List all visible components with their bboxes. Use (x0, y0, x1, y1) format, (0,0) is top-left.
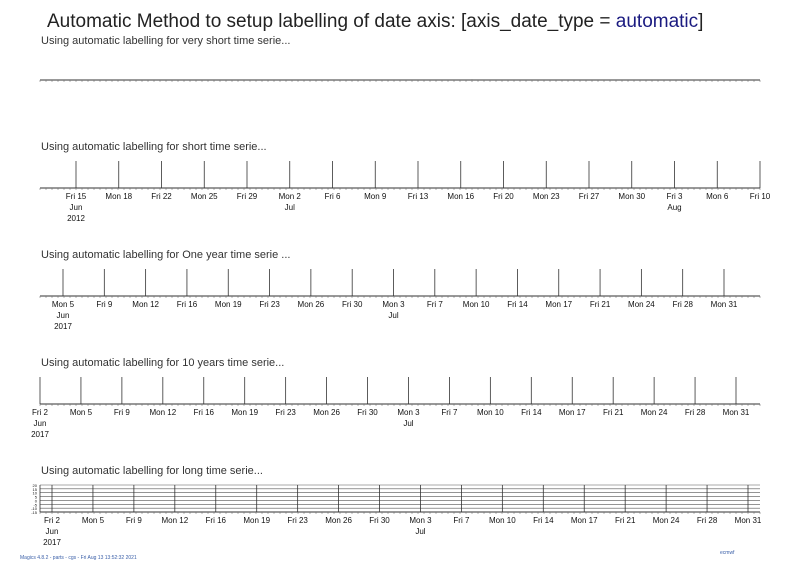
x-tick-label-3-4: Fri 16 (194, 408, 215, 417)
x-tick-label-1-13: Mon 30 (618, 192, 645, 201)
x-tick-label-4-9: Mon 3 (409, 516, 432, 525)
x-tick-label-2-9: Fri 7 (427, 300, 444, 309)
x-month-label-1-14: Aug (667, 203, 681, 212)
x-tick-label-1-2: Fri 22 (151, 192, 172, 201)
x-tick-label-3-10: Fri 7 (441, 408, 458, 417)
x-tick-label-2-5: Fri 23 (259, 300, 280, 309)
x-tick-label-1-8: Fri 13 (408, 192, 429, 201)
x-tick-label-4-15: Mon 24 (653, 516, 680, 525)
x-tick-label-1-14: Fri 3 (667, 192, 684, 201)
x-tick-label-4-16: Fri 28 (697, 516, 718, 525)
x-tick-label-3-6: Fri 23 (275, 408, 296, 417)
x-tick-label-3-7: Mon 26 (313, 408, 340, 417)
x-tick-label-4-8: Fri 30 (369, 516, 390, 525)
x-tick-label-4-17: Mon 31 (735, 516, 762, 525)
footer-credit: Magics 4.8.2 - parts - cgs - Fri Aug 13 … (20, 555, 137, 561)
x-tick-label-2-6: Mon 26 (298, 300, 325, 309)
x-tick-label-3-8: Fri 30 (357, 408, 378, 417)
x-tick-label-1-12: Fri 27 (579, 192, 600, 201)
x-tick-label-1-10: Fri 20 (493, 192, 514, 201)
y-tick-label-4-7: -15 (31, 510, 38, 515)
x-month-label-2-8: Jul (388, 311, 398, 320)
x-month-label-4-0: Jun (46, 527, 59, 536)
x-tick-label-3-3: Mon 12 (149, 408, 176, 417)
x-tick-label-2-4: Mon 19 (215, 300, 242, 309)
x-tick-label-3-0: Fri 2 (32, 408, 49, 417)
x-tick-label-4-0: Fri 2 (44, 516, 61, 525)
x-tick-label-4-5: Mon 19 (243, 516, 270, 525)
x-tick-label-1-9: Mon 16 (447, 192, 474, 201)
x-year-label-3-0: 2017 (31, 430, 49, 439)
x-tick-label-4-3: Mon 12 (161, 516, 188, 525)
x-tick-label-3-15: Mon 24 (641, 408, 668, 417)
x-tick-label-2-0: Mon 5 (52, 300, 75, 309)
x-tick-label-1-4: Fri 29 (237, 192, 258, 201)
charts-canvas: Fri 15 Jun 2012 Mon 18 Fri 22 Mon 25 Fri 29 Mon… (31, 79, 771, 547)
x-tick-label-2-15: Fri 28 (672, 300, 693, 309)
x-tick-label-2-16: Mon 31 (711, 300, 738, 309)
x-tick-label-1-15: Mon 6 (706, 192, 729, 201)
x-tick-label-2-7: Fri 30 (342, 300, 363, 309)
x-tick-label-4-7: Mon 26 (325, 516, 352, 525)
x-tick-label-3-12: Fri 14 (521, 408, 542, 417)
x-tick-label-2-12: Mon 17 (545, 300, 572, 309)
x-tick-label-2-3: Fri 16 (177, 300, 198, 309)
x-tick-label-4-12: Fri 14 (533, 516, 554, 525)
x-tick-label-2-8: Mon 3 (382, 300, 405, 309)
x-tick-label-2-14: Mon 24 (628, 300, 655, 309)
x-tick-label-2-10: Mon 10 (463, 300, 490, 309)
x-tick-label-4-1: Mon 5 (82, 516, 105, 525)
x-month-label-1-0: Jun (70, 203, 83, 212)
x-tick-label-1-5: Mon 2 (279, 192, 302, 201)
x-month-label-3-9: Jul (403, 419, 413, 428)
x-year-label-4-0: 2017 (43, 538, 61, 547)
x-tick-label-3-2: Fri 9 (114, 408, 131, 417)
x-tick-label-3-9: Mon 3 (397, 408, 420, 417)
x-tick-label-1-0: Fri 15 (66, 192, 87, 201)
x-month-label-1-5: Jul (285, 203, 295, 212)
x-tick-label-3-1: Mon 5 (70, 408, 93, 417)
x-tick-label-1-6: Fri 6 (325, 192, 342, 201)
x-tick-label-4-11: Mon 10 (489, 516, 516, 525)
x-tick-label-3-16: Fri 28 (685, 408, 706, 417)
x-tick-label-2-2: Mon 12 (132, 300, 159, 309)
x-tick-label-4-6: Fri 23 (287, 516, 308, 525)
x-tick-label-3-14: Fri 21 (603, 408, 624, 417)
x-tick-label-3-17: Mon 31 (723, 408, 750, 417)
x-tick-label-2-1: Fri 9 (96, 300, 113, 309)
x-tick-label-4-13: Mon 17 (571, 516, 598, 525)
x-month-label-4-9: Jul (415, 527, 425, 536)
x-tick-label-3-11: Mon 10 (477, 408, 504, 417)
x-tick-label-4-4: Fri 16 (206, 516, 227, 525)
ecmwf-logo: ecmwf (720, 550, 735, 556)
x-year-label-2-0: 2017 (54, 322, 72, 331)
x-tick-label-1-16: Fri 10 (750, 192, 771, 201)
x-tick-label-4-2: Fri 9 (126, 516, 143, 525)
x-tick-label-1-3: Mon 25 (191, 192, 218, 201)
x-tick-label-2-11: Fri 14 (507, 300, 528, 309)
x-tick-label-4-14: Fri 21 (615, 516, 636, 525)
x-tick-label-3-13: Mon 17 (559, 408, 586, 417)
x-year-label-1-0: 2012 (67, 214, 85, 223)
x-month-label-3-0: Jun (34, 419, 47, 428)
x-tick-label-1-1: Mon 18 (105, 192, 132, 201)
x-tick-label-2-13: Fri 21 (590, 300, 611, 309)
x-tick-label-1-7: Mon 9 (364, 192, 387, 201)
x-month-label-2-0: Jun (57, 311, 70, 320)
x-tick-label-3-5: Mon 19 (231, 408, 258, 417)
x-tick-label-1-11: Mon 23 (533, 192, 560, 201)
x-tick-label-4-10: Fri 7 (453, 516, 470, 525)
